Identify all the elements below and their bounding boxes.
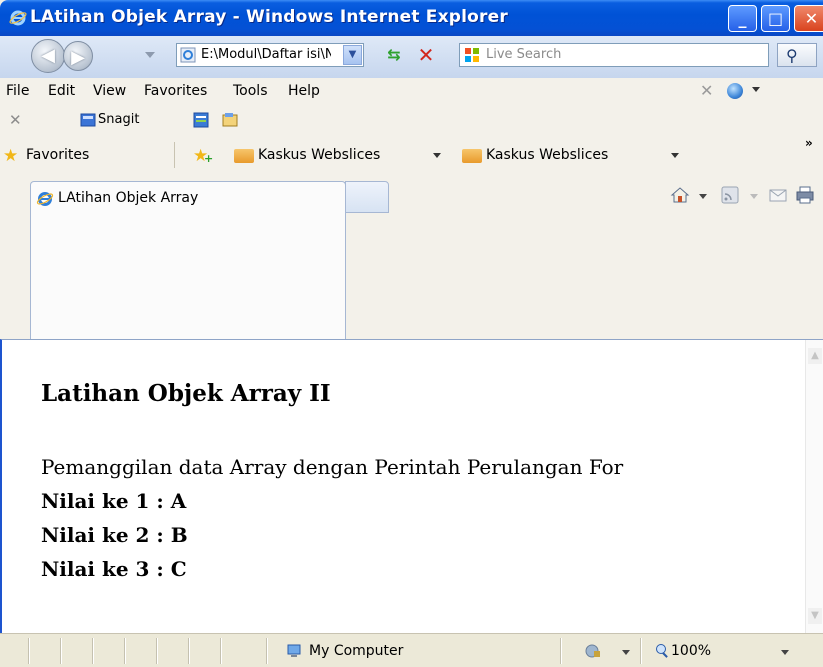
webslice-item-1[interactable]: Kaskus Webslices	[258, 147, 380, 163]
page-content: Latihan Objek Array II Pemanggilan data …	[22, 340, 782, 630]
status-separator	[124, 638, 126, 664]
back-arrow-icon: ◀	[41, 45, 55, 66]
page-paragraph: Pemanggilan data Array dengan Perintah P…	[41, 455, 624, 479]
maximize-icon: □	[767, 9, 784, 28]
snagit-organizer-icon[interactable]	[193, 112, 209, 128]
page-icon	[180, 47, 196, 63]
refresh-button[interactable]: ⇆	[382, 43, 406, 67]
search-box[interactable]: Live Search	[459, 43, 769, 67]
translate-globe-icon[interactable]	[727, 83, 743, 99]
status-separator	[156, 638, 158, 664]
back-button[interactable]: ◀	[31, 39, 65, 73]
scroll-up-icon[interactable]: ▲	[808, 348, 822, 364]
favorites-bar: ★ Favorites ★ + Kaskus Webslices Kaskus …	[0, 135, 823, 175]
zone-label: My Computer	[309, 643, 404, 659]
home-dropdown[interactable]	[699, 194, 707, 199]
stop-button[interactable]: ✕	[414, 43, 438, 67]
value-line-3: Nilai ke 3 : C	[41, 557, 187, 581]
status-separator	[560, 638, 562, 664]
menu-help[interactable]: Help	[288, 83, 320, 99]
webslice-icon	[234, 149, 254, 163]
forward-button[interactable]: ▶	[63, 41, 93, 71]
snagit-toolbar: ✕ Snagit	[0, 105, 823, 136]
vertical-scrollbar[interactable]: ▲ ▼	[805, 340, 823, 634]
forward-arrow-icon: ▶	[71, 47, 85, 68]
favorites-button[interactable]: Favorites	[26, 147, 89, 163]
navigation-bar: ◀ ▶ E:\Modul\Daftar isi\Ne ▼ ⇆ ✕ Live Se…	[0, 36, 823, 79]
status-separator	[640, 638, 642, 664]
title-bar: LAtihan Objek Array - Windows Internet E…	[0, 0, 823, 36]
status-separator	[60, 638, 62, 664]
menu-favorites[interactable]: Favorites	[144, 83, 207, 99]
scroll-down-icon[interactable]: ▼	[808, 608, 822, 624]
search-placeholder: Live Search	[486, 47, 562, 62]
menu-bar: File Edit View Favorites Tools Help ✕	[0, 78, 823, 106]
webslice-1-dropdown[interactable]	[433, 153, 441, 158]
ie-logo-icon	[9, 10, 27, 26]
home-icon[interactable]	[670, 186, 690, 204]
value-line-2: Nilai ke 2 : B	[41, 523, 188, 547]
menu-tools[interactable]: Tools	[233, 83, 268, 99]
close-toolbar-icon[interactable]: ✕	[700, 81, 713, 100]
status-separator	[266, 638, 268, 664]
minimize-icon: _	[738, 9, 747, 28]
tab-label: LAtihan Objek Array	[58, 190, 199, 206]
recent-pages-dropdown[interactable]	[145, 52, 155, 58]
close-icon: ✕	[804, 9, 819, 28]
maximize-button[interactable]: □	[761, 5, 790, 32]
snagit-button[interactable]: Snagit	[98, 112, 139, 127]
webslice-item-2[interactable]: Kaskus Webslices	[486, 147, 608, 163]
zoom-icon[interactable]	[655, 643, 671, 659]
live-search-logo-icon	[465, 48, 479, 62]
close-snagit-icon[interactable]: ✕	[9, 111, 22, 129]
ie-tab-icon	[36, 192, 54, 206]
search-button[interactable]: ⚲	[777, 43, 817, 67]
status-separator	[220, 638, 222, 664]
status-separator	[188, 638, 190, 664]
protected-mode-icon[interactable]	[584, 643, 602, 659]
tab-bar: LAtihan Objek Array	[0, 175, 823, 345]
zoom-dropdown[interactable]	[781, 650, 789, 655]
menu-edit[interactable]: Edit	[48, 83, 75, 99]
close-button[interactable]: ✕	[794, 5, 823, 32]
favorites-star-icon: ★	[3, 146, 19, 166]
ie-window: LAtihan Objek Array - Windows Internet E…	[0, 0, 823, 667]
address-dropdown-button[interactable]: ▼	[343, 45, 362, 65]
zoom-level[interactable]: 100%	[671, 643, 711, 659]
status-separator	[92, 638, 94, 664]
status-bar: My Computer 100%	[0, 633, 823, 667]
snagit-editor-icon[interactable]	[222, 112, 238, 128]
print-icon[interactable]	[795, 186, 815, 204]
favorites-separator	[174, 142, 175, 168]
globe-dropdown[interactable]	[752, 87, 760, 92]
tab-latihan[interactable]: LAtihan Objek Array	[30, 181, 346, 345]
value-line-1: Nilai ke 1 : A	[41, 489, 187, 513]
snagit-capture-icon	[80, 113, 96, 127]
minimize-button[interactable]: _	[728, 5, 757, 32]
new-tab-button[interactable]	[345, 181, 389, 213]
my-computer-icon	[287, 644, 301, 657]
menu-file[interactable]: File	[6, 83, 29, 99]
webslice-icon	[462, 149, 482, 163]
zone-dropdown[interactable]	[622, 650, 630, 655]
favorites-overflow-chevron-icon[interactable]: »	[805, 136, 813, 150]
address-bar[interactable]: E:\Modul\Daftar isi\Ne ▼	[176, 43, 364, 67]
read-mail-icon[interactable]	[768, 186, 788, 204]
add-plus-icon: +	[204, 152, 214, 165]
page-heading: Latihan Objek Array II	[41, 380, 331, 407]
menu-view[interactable]: View	[93, 83, 126, 99]
status-separator	[28, 638, 30, 664]
window-title: LAtihan Objek Array - Windows Internet E…	[30, 7, 508, 27]
content-frame: Latihan Objek Array II Pemanggilan data …	[0, 339, 823, 634]
rss-feeds-icon[interactable]	[720, 186, 740, 204]
feeds-dropdown[interactable]	[750, 194, 758, 199]
address-value[interactable]: E:\Modul\Daftar isi\Ne	[201, 47, 331, 62]
webslice-2-dropdown[interactable]	[671, 153, 679, 158]
search-icon: ⚲	[786, 46, 798, 65]
